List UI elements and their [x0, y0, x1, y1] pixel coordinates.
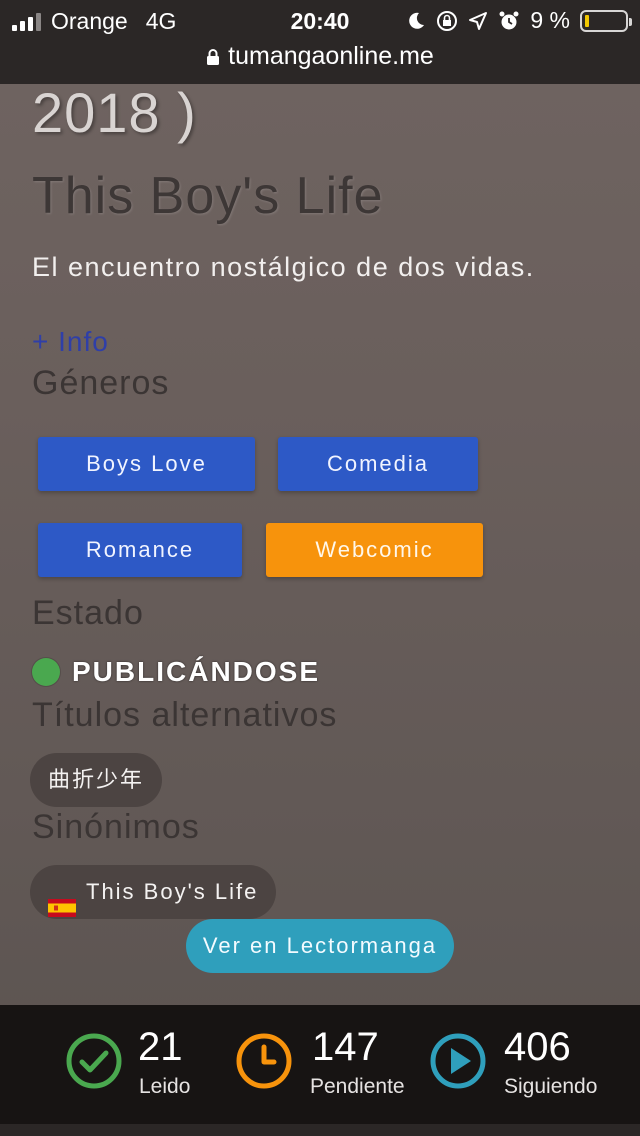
synonyms-heading: Sinónimos [32, 808, 200, 846]
genre-tag-webcomic[interactable]: Webcomic [266, 523, 483, 577]
status-right: 9 % [406, 7, 632, 34]
check-circle-icon [66, 1033, 122, 1089]
page-title: This Boy's Life [32, 167, 384, 225]
more-info-link[interactable]: + Info [32, 326, 109, 358]
synonym-chip: This Boy's Life [30, 865, 277, 919]
pending-label: Pendiente [310, 1075, 405, 1098]
genre-tag-boys-love[interactable]: Boys Love [38, 437, 255, 491]
stats-bar: 21 Leido 147 Pendiente 406 Siguiendo [0, 1005, 640, 1124]
view-on-lectormanga-button[interactable]: Ver en Lectormanga [186, 919, 454, 973]
moon-icon [409, 12, 425, 29]
play-circle-icon [430, 1033, 486, 1089]
alt-title-chip: 曲折少年 [30, 753, 163, 807]
rotation-lock-icon [437, 10, 458, 31]
genres-heading: Géneros [32, 364, 170, 402]
lock-icon [207, 49, 220, 66]
read-label: Leido [139, 1075, 191, 1098]
bottom-strip [0, 1124, 640, 1136]
stat-following[interactable]: 406 Siguiendo [430, 1005, 630, 1124]
publication-status: PUBLICÁNDOSE [32, 656, 320, 688]
pending-count: 147 [312, 1025, 379, 1069]
alt-title-text: 曲折少年 [48, 767, 145, 792]
genre-tag-comedia[interactable]: Comedia [278, 437, 478, 491]
alt-titles-heading: Títulos alternativos [32, 696, 338, 734]
genre-tag-romance[interactable]: Romance [38, 523, 242, 577]
stat-pending[interactable]: 147 Pendiente [236, 1005, 426, 1124]
following-label: Siguiendo [504, 1075, 598, 1098]
battery-percent: 9 % [530, 7, 570, 33]
status-value: PUBLICÁNDOSE [72, 656, 321, 687]
read-count: 21 [138, 1025, 183, 1069]
url-text: tumangaonline.me [228, 42, 434, 70]
battery-icon [580, 9, 632, 32]
spain-flag-icon [48, 883, 76, 917]
clock-icon [236, 1033, 292, 1089]
page-subtitle: El encuentro nostálgico de dos vidas. [32, 252, 535, 282]
stat-read[interactable]: 21 Leido [66, 1005, 206, 1124]
page: Orange 4G 20:40 9 % tumangaonline.me 201… [0, 0, 640, 1136]
battery-level [585, 14, 589, 27]
following-count: 406 [504, 1025, 571, 1069]
alarm-icon [499, 11, 519, 29]
url-bar[interactable]: tumangaonline.me [0, 42, 640, 84]
release-year: 2018 ) [32, 81, 197, 144]
status-dot-icon [32, 658, 60, 686]
estado-heading: Estado [32, 594, 144, 632]
status-bar: Orange 4G 20:40 9 % [0, 0, 640, 42]
location-icon [469, 11, 488, 30]
synonym-text: This Boy's Life [86, 879, 259, 904]
